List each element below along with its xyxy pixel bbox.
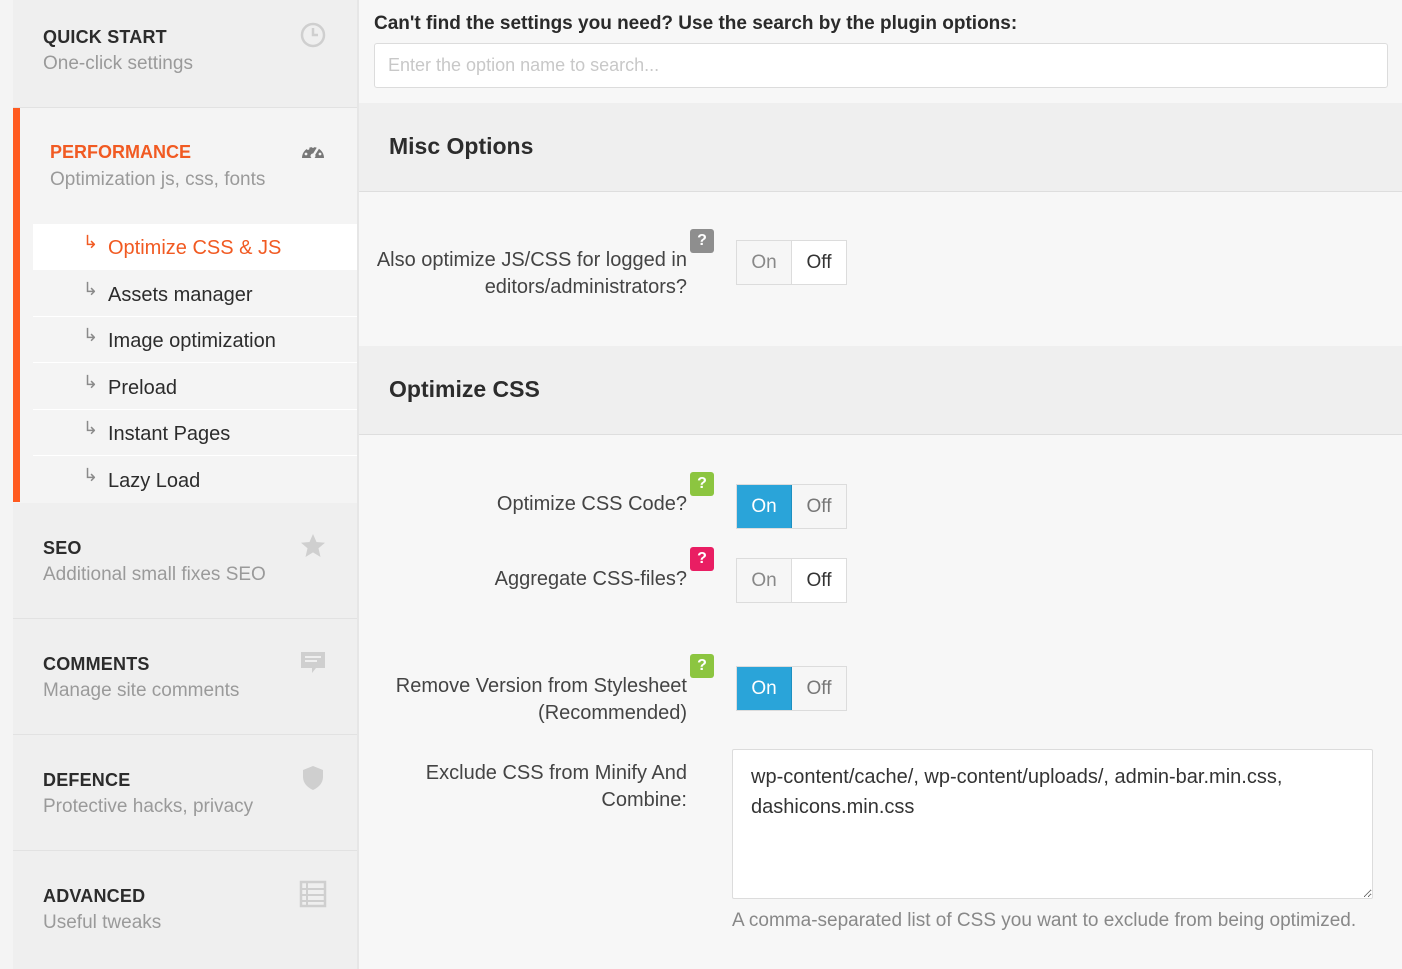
toggle-on-button[interactable]: On: [737, 485, 792, 528]
star-icon: [301, 534, 325, 557]
toggle-on-button[interactable]: On: [737, 241, 792, 284]
nav-quick-start-subtitle: One-click settings: [43, 53, 193, 74]
sidebar: QUICK START One-click settings PERFORMAN…: [0, 0, 359, 969]
sidebar-item-label: Assets manager: [108, 284, 253, 306]
help-icon[interactable]: ?: [690, 229, 714, 253]
subitem-arrow-icon: ↳: [83, 325, 99, 345]
search-label: Can't find the settings you need? Use th…: [374, 13, 1018, 34]
sidebar-item-preload[interactable]: ↳ Preload: [33, 364, 357, 410]
comment-icon: [301, 652, 325, 673]
sidebar-item-lazy-load[interactable]: ↳ Lazy Load: [33, 457, 357, 503]
option-label-logged-in: Also optimize JS/CSS for logged in edito…: [377, 247, 687, 301]
sidebar-item-label: Lazy Load: [108, 470, 201, 492]
nav-defence-title: DEFENCE: [43, 770, 131, 790]
option-label-remove-version: Remove Version from Stylesheet (Recommen…: [396, 673, 687, 727]
toggle-remove-version[interactable]: On Off: [736, 666, 847, 711]
toggle-optimize-css-code[interactable]: On Off: [736, 484, 847, 529]
nav-defence[interactable]: DEFENCE Protective hacks, privacy: [13, 735, 357, 851]
toggle-off-button[interactable]: Off: [792, 241, 846, 284]
toggle-on-button[interactable]: On: [737, 559, 792, 602]
nav-seo-title: SEO: [43, 538, 82, 558]
nav-advanced-subtitle: Useful tweaks: [43, 912, 162, 933]
subitem-arrow-icon: ↳: [83, 279, 99, 299]
option-label-line: Combine:: [601, 789, 687, 811]
toggle-off-button[interactable]: Off: [792, 485, 846, 528]
toggle-off-button[interactable]: Off: [792, 559, 846, 602]
shield-icon: [303, 766, 323, 790]
nav-performance[interactable]: PERFORMANCE Optimization js, css, fonts …: [13, 108, 357, 502]
option-label-line: Remove Version from Stylesheet: [395, 675, 687, 697]
subitem-arrow-icon: ↳: [83, 372, 99, 392]
option-label-line: editors/administrators?: [484, 276, 687, 298]
help-icon[interactable]: ?: [690, 654, 714, 678]
nav-advanced-title: ADVANCED: [43, 886, 146, 906]
sidebar-item-assets-manager[interactable]: ↳ Assets manager: [33, 271, 357, 317]
nav-quick-start-title: QUICK START: [43, 27, 167, 47]
toggle-on-button[interactable]: On: [737, 667, 792, 710]
sidebar-item-label: Instant Pages: [108, 423, 231, 445]
option-label-line: Exclude CSS from Minify And: [425, 762, 687, 784]
option-label-line: (Recommended): [538, 702, 687, 724]
help-icon[interactable]: ?: [690, 472, 714, 496]
nav-quick-start[interactable]: QUICK START One-click settings: [13, 0, 357, 108]
subitem-arrow-icon: ↳: [83, 418, 99, 438]
sidebar-strip: [0, 0, 13, 969]
exclude-css-hint: A comma-separated list of CSS you want t…: [732, 910, 1357, 931]
sidebar-item-instant-pages[interactable]: ↳ Instant Pages: [33, 410, 357, 456]
toggle-off-button[interactable]: Off: [792, 667, 846, 710]
section-misc-options: Misc Options: [359, 103, 1402, 192]
subitem-arrow-icon: ↳: [83, 232, 99, 252]
nav-comments-title: COMMENTS: [43, 654, 150, 674]
nav-seo[interactable]: SEO Additional small fixes SEO: [13, 503, 357, 619]
list-icon: [299, 880, 327, 908]
exclude-css-textarea[interactable]: wp-content/cache/, wp-content/uploads/, …: [732, 749, 1373, 899]
speedometer-icon: [302, 145, 324, 159]
option-label-aggregate-css: Aggregate CSS-files?: [494, 568, 687, 590]
option-label-exclude-css: Exclude CSS from Minify And Combine:: [426, 760, 687, 814]
main-content: Can't find the settings you need? Use th…: [359, 0, 1402, 969]
section-title: Optimize CSS: [389, 376, 540, 402]
nav-performance-subtitle: Optimization js, css, fonts: [50, 169, 266, 190]
clock-icon: [300, 22, 326, 48]
active-accent-bar: [13, 108, 20, 502]
nav-seo-subtitle: Additional small fixes SEO: [43, 564, 266, 585]
sidebar-item-label: Optimize CSS & JS: [108, 237, 282, 259]
option-label-line: Also optimize JS/CSS for logged in: [376, 249, 687, 271]
toggle-logged-in[interactable]: On Off: [736, 240, 847, 285]
sidebar-item-label: Preload: [108, 377, 177, 399]
section-title: Misc Options: [389, 133, 534, 159]
help-icon[interactable]: ?: [690, 547, 714, 571]
nav-comments[interactable]: COMMENTS Manage site comments: [13, 619, 357, 735]
toggle-aggregate-css[interactable]: On Off: [736, 558, 847, 603]
nav-defence-subtitle: Protective hacks, privacy: [43, 796, 254, 817]
sidebar-item-image-optimization[interactable]: ↳ Image optimization: [33, 317, 357, 363]
subitem-arrow-icon: ↳: [83, 465, 99, 485]
nav-advanced[interactable]: ADVANCED Useful tweaks: [13, 851, 357, 969]
nav-comments-subtitle: Manage site comments: [43, 680, 240, 701]
section-optimize-css: Optimize CSS: [359, 346, 1402, 435]
nav-performance-title: PERFORMANCE: [50, 142, 192, 162]
sidebar-item-optimize-css-js[interactable]: ↳ Optimize CSS & JS: [33, 224, 357, 270]
option-label-optimize-css-code: Optimize CSS Code?: [496, 493, 687, 515]
search-input[interactable]: [374, 43, 1388, 88]
sidebar-item-label: Image optimization: [108, 330, 276, 352]
